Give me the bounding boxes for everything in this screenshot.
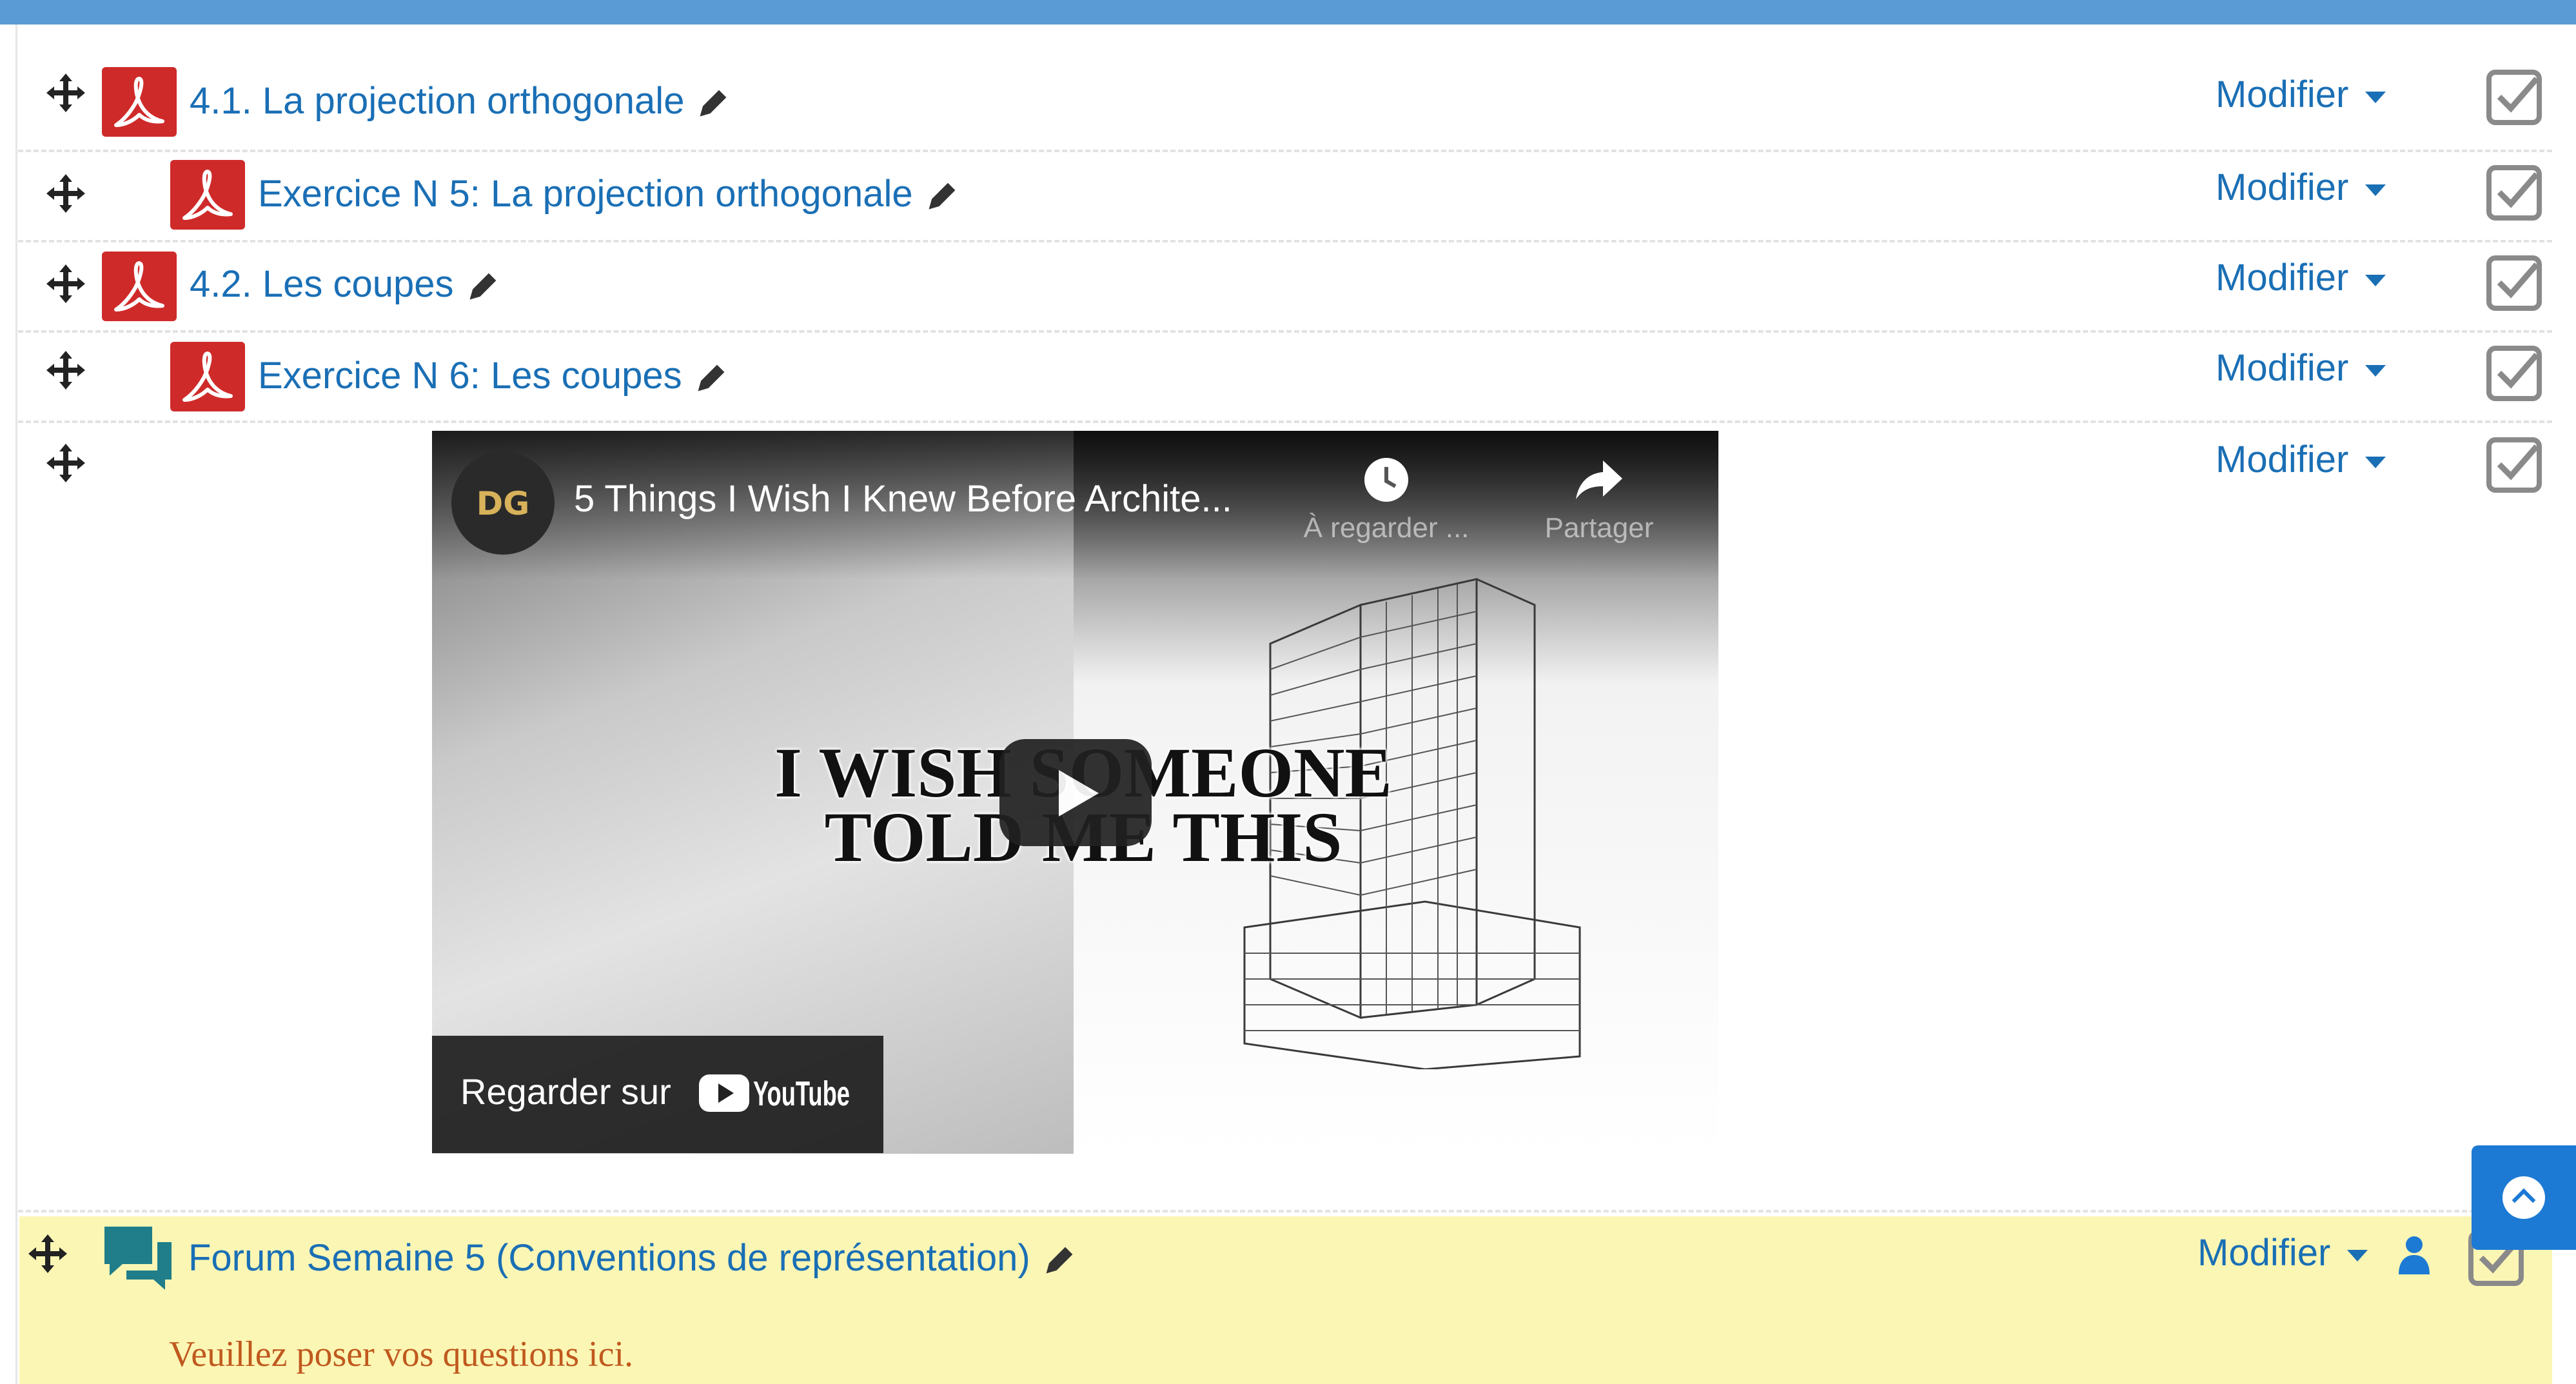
arrow-up-icon bbox=[2502, 1176, 2545, 1219]
modify-label[interactable]: Modifier bbox=[2216, 347, 2348, 389]
scroll-to-top-button[interactable] bbox=[2472, 1145, 2576, 1250]
modify-label[interactable]: Modifier bbox=[2216, 74, 2348, 115]
forum-icon bbox=[104, 1227, 172, 1290]
watch-on-label: Regarder sur bbox=[460, 1071, 671, 1112]
activity-row: Exercice N 5: La projection orthogonale … bbox=[18, 152, 2552, 242]
caret-down-icon bbox=[2365, 184, 2386, 196]
share-button[interactable]: Partager bbox=[1528, 457, 1670, 544]
modify-label[interactable]: Modifier bbox=[2216, 257, 2348, 299]
activity-title[interactable]: 4.1. La projection orthogonale bbox=[190, 80, 684, 122]
edit-pencil-icon[interactable] bbox=[925, 180, 958, 213]
caret-down-icon bbox=[2365, 456, 2386, 468]
activity-title[interactable]: Exercice N 6: Les coupes bbox=[258, 355, 682, 397]
completion-checkbox-icon[interactable] bbox=[2485, 436, 2543, 494]
modify-menu[interactable]: Modifier bbox=[2216, 437, 2386, 482]
forum-description: Veuillez poser vos questions ici. bbox=[169, 1334, 634, 1374]
youtube-logo-icon: YouTube bbox=[699, 1074, 850, 1113]
video-title[interactable]: 5 Things I Wish I Knew Before Archite... bbox=[574, 477, 1232, 520]
left-border bbox=[15, 25, 17, 1384]
completion-checkbox-icon[interactable] bbox=[2485, 164, 2543, 222]
pdf-icon bbox=[170, 342, 245, 411]
move-handle-icon[interactable] bbox=[27, 1233, 68, 1274]
completion-checkbox-icon[interactable] bbox=[2485, 344, 2543, 402]
modify-label[interactable]: Modifier bbox=[2216, 166, 2348, 208]
modify-label[interactable]: Modifier bbox=[2197, 1232, 2330, 1274]
edit-pencil-icon[interactable] bbox=[696, 87, 729, 121]
user-group-icon[interactable] bbox=[2396, 1234, 2432, 1276]
caret-down-icon bbox=[2365, 364, 2386, 377]
channel-avatar[interactable]: DG bbox=[451, 451, 555, 555]
caret-down-icon bbox=[2347, 1249, 2368, 1261]
caret-down-icon bbox=[2365, 91, 2386, 103]
forum-activity: Forum Semaine 5 (Conventions de représen… bbox=[19, 1216, 2552, 1384]
modify-menu[interactable]: Modifier bbox=[2216, 255, 2386, 301]
modify-menu[interactable]: Modifier bbox=[2216, 346, 2386, 391]
move-handle-icon[interactable] bbox=[45, 263, 86, 304]
youtube-embed[interactable]: DG 5 Things I Wish I Knew Before Archite… bbox=[432, 431, 1718, 1154]
move-handle-icon[interactable] bbox=[45, 442, 86, 484]
modify-menu[interactable]: Modifier bbox=[2216, 165, 2386, 210]
edit-pencil-icon[interactable] bbox=[694, 362, 727, 395]
activity-link[interactable]: 4.2. Les coupes bbox=[190, 262, 499, 307]
completion-checkbox-icon[interactable] bbox=[2485, 68, 2543, 126]
activity-row: 4.2. Les coupes Modifier bbox=[18, 242, 2552, 333]
move-handle-icon[interactable] bbox=[45, 173, 86, 214]
modify-label[interactable]: Modifier bbox=[2216, 439, 2348, 480]
completion-checkbox-icon[interactable] bbox=[2485, 254, 2543, 312]
move-handle-icon[interactable] bbox=[45, 72, 86, 114]
pdf-icon bbox=[102, 67, 177, 137]
activity-row: 4.1. La projection orthogonale Modifier bbox=[18, 39, 2552, 152]
activity-title[interactable]: 4.2. Les coupes bbox=[190, 263, 454, 305]
play-button-icon[interactable] bbox=[999, 739, 1152, 846]
clock-icon bbox=[1364, 458, 1408, 502]
youtube-wordmark: YouTube bbox=[753, 1074, 850, 1113]
move-handle-icon[interactable] bbox=[45, 350, 86, 391]
share-label: Partager bbox=[1544, 512, 1654, 544]
channel-logo: DG bbox=[476, 485, 530, 522]
watch-on-youtube-button[interactable]: Regarder sur YouTube bbox=[432, 1036, 883, 1153]
caret-down-icon bbox=[2365, 274, 2386, 286]
watch-later-button[interactable]: À regarder ... bbox=[1303, 457, 1470, 544]
activity-title[interactable]: Exercice N 5: La projection orthogonale bbox=[258, 173, 913, 215]
modify-menu[interactable]: Modifier bbox=[2197, 1231, 2368, 1276]
top-accent-bar bbox=[0, 0, 2576, 25]
edit-pencil-icon[interactable] bbox=[1042, 1244, 1076, 1278]
activity-link[interactable]: 4.1. La projection orthogonale bbox=[190, 79, 729, 124]
activity-link[interactable]: Exercice N 5: La projection orthogonale bbox=[258, 172, 958, 217]
activity-link[interactable]: Exercice N 6: Les coupes bbox=[258, 353, 727, 399]
forum-title[interactable]: Forum Semaine 5 (Conventions de représen… bbox=[188, 1237, 1030, 1279]
pdf-icon bbox=[170, 160, 245, 230]
forum-link[interactable]: Forum Semaine 5 (Conventions de représen… bbox=[188, 1236, 1076, 1281]
activity-row: Exercice N 6: Les coupes Modifier bbox=[18, 333, 2552, 423]
pdf-icon bbox=[102, 252, 177, 321]
edit-pencil-icon[interactable] bbox=[466, 270, 499, 304]
share-icon bbox=[1576, 460, 1622, 499]
modify-menu[interactable]: Modifier bbox=[2216, 72, 2386, 117]
watch-later-label: À regarder ... bbox=[1303, 512, 1470, 544]
